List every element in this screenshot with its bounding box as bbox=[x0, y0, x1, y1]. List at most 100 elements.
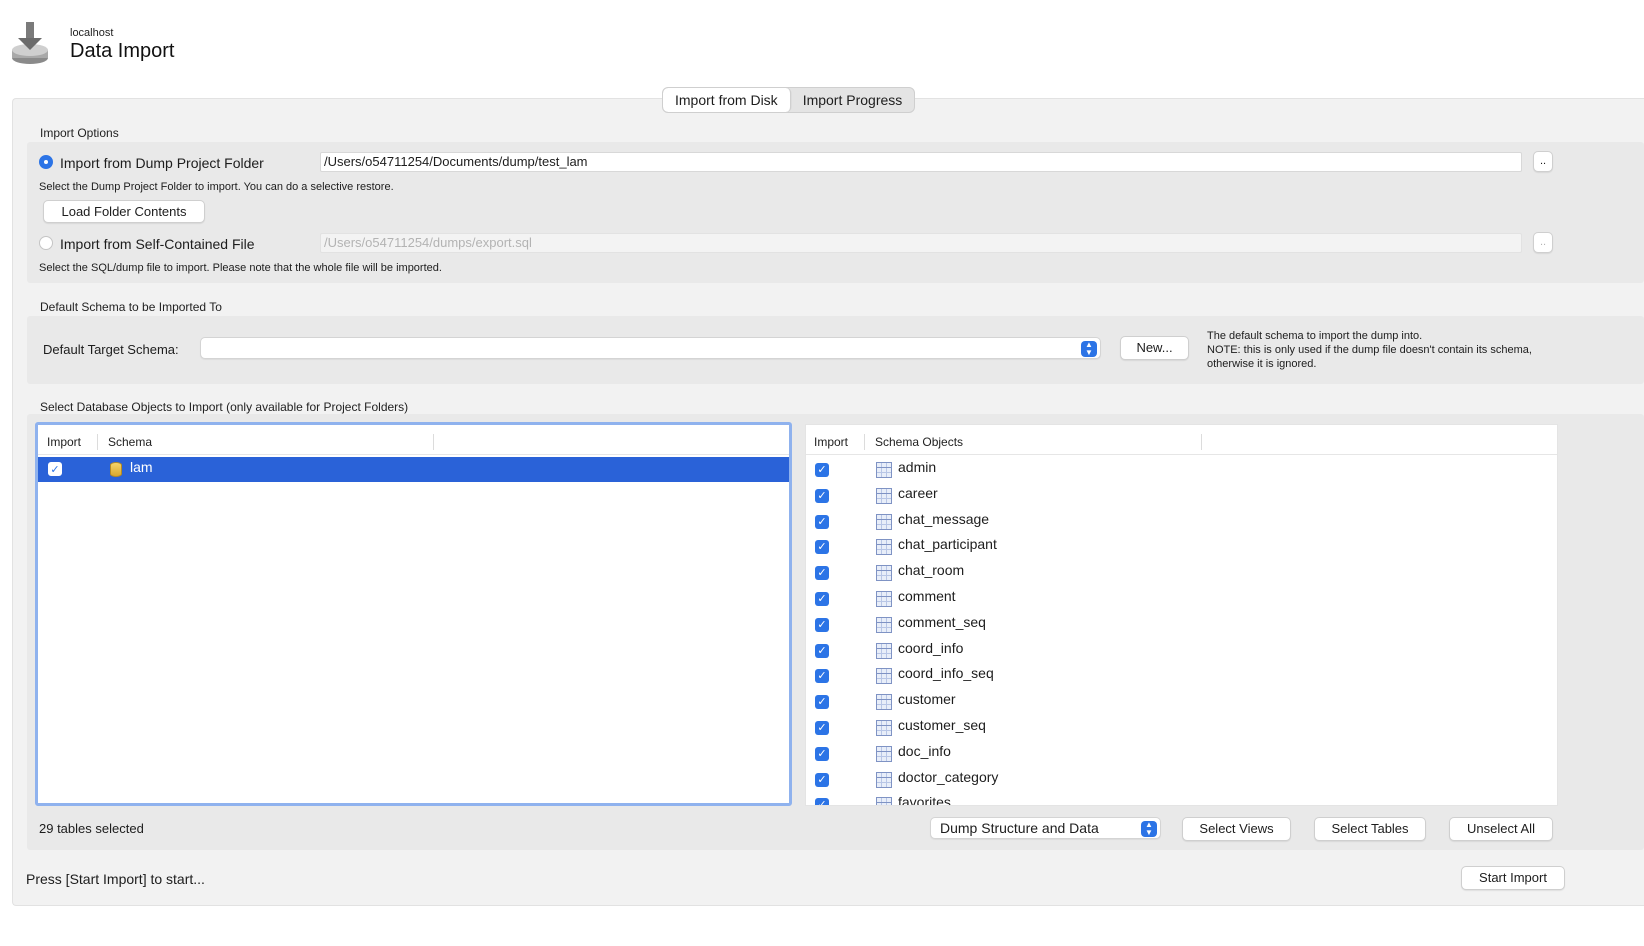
schema-object-name: comment bbox=[898, 588, 956, 604]
default-schema-note-line: The default schema to import the dump in… bbox=[1207, 330, 1423, 342]
schema-object-row[interactable]: ✓ doc_info bbox=[806, 741, 1557, 766]
table-icon bbox=[876, 668, 892, 685]
import-app-icon bbox=[10, 22, 50, 66]
schema-list-import-header[interactable]: Import bbox=[47, 435, 81, 449]
schema-object-checkbox[interactable]: ✓ bbox=[815, 617, 829, 632]
schema-object-row[interactable]: ✓ career bbox=[806, 483, 1557, 508]
dump-folder-browse-button[interactable]: .. bbox=[1533, 151, 1553, 172]
schema-object-checkbox[interactable]: ✓ bbox=[815, 643, 829, 658]
schema-object-checkbox[interactable]: ✓ bbox=[815, 463, 829, 477]
schema-object-checkbox[interactable]: ✓ bbox=[815, 772, 829, 787]
schema-row[interactable]: ✓ lam bbox=[38, 457, 789, 482]
schema-object-name: comment_seq bbox=[898, 613, 986, 630]
dump-mode-select[interactable]: Dump Structure and Data ▲ ▼ bbox=[930, 817, 1161, 839]
schema-object-checkbox[interactable]: ✓ bbox=[815, 514, 829, 529]
table-icon bbox=[876, 565, 892, 582]
schema-object-checkbox[interactable]: ✓ bbox=[815, 669, 829, 684]
schema-list[interactable]: Import Schema ✓ lam bbox=[35, 422, 792, 806]
schema-object-checkbox[interactable]: ✓ bbox=[815, 721, 829, 735]
schema-object-row[interactable]: ✓ coord_info bbox=[806, 638, 1557, 663]
page-title: Data Import bbox=[70, 40, 175, 62]
unselect-all-button[interactable]: Unselect All bbox=[1449, 817, 1553, 841]
header-divider bbox=[806, 454, 1557, 455]
objects-list-objects-header[interactable]: Schema Objects bbox=[875, 435, 963, 449]
table-icon bbox=[876, 591, 892, 607]
self-contained-radio[interactable] bbox=[39, 236, 53, 250]
table-icon bbox=[876, 771, 892, 788]
load-folder-contents-button[interactable]: Load Folder Contents bbox=[43, 200, 205, 223]
schema-row-checkbox[interactable]: ✓ bbox=[48, 462, 62, 476]
schema-object-name: chat_message bbox=[898, 510, 990, 527]
default-schema-note-line: NOTE: this is only used if the dump file… bbox=[1207, 344, 1532, 356]
schema-object-row[interactable]: ✓ chat_message bbox=[806, 509, 1557, 534]
table-icon bbox=[876, 745, 892, 762]
column-divider bbox=[433, 434, 434, 450]
select-tables-button[interactable]: Select Tables bbox=[1314, 817, 1426, 841]
schema-object-checkbox[interactable]: ✓ bbox=[815, 746, 829, 761]
schema-object-name: admin bbox=[898, 459, 937, 475]
schema-object-row[interactable]: ✓ favorites bbox=[806, 792, 1557, 806]
self-contained-browse-button[interactable]: .. bbox=[1533, 232, 1553, 253]
column-divider bbox=[97, 434, 98, 450]
dump-folder-path-field[interactable]: /Users/o54711254/Documents/dump/test_lam bbox=[320, 152, 1522, 172]
objects-list-import-header[interactable]: Import bbox=[814, 435, 848, 449]
schema-object-name: favorites bbox=[898, 794, 951, 806]
default-target-schema-select[interactable]: ▲ ▼ bbox=[200, 337, 1101, 359]
select-views-button[interactable]: Select Views bbox=[1182, 817, 1291, 841]
schema-object-row[interactable]: ✓ chat_participant bbox=[806, 534, 1557, 559]
schema-object-checkbox[interactable]: ✓ bbox=[815, 695, 829, 710]
table-icon bbox=[876, 720, 892, 736]
table-icon bbox=[876, 462, 892, 478]
schema-object-name: customer bbox=[898, 691, 956, 708]
new-schema-button[interactable]: New... bbox=[1120, 336, 1189, 360]
dump-folder-label: Import from Dump Project Folder bbox=[60, 155, 264, 171]
dump-folder-hint: Select the Dump Project Folder to import… bbox=[39, 181, 394, 193]
tab-bar: Import from Disk Import Progress bbox=[662, 87, 916, 113]
objects-heading: Select Database Objects to Import (only … bbox=[40, 400, 409, 414]
schema-object-checkbox[interactable]: ✓ bbox=[815, 540, 829, 555]
schema-object-name: chat_room bbox=[898, 562, 965, 579]
dump-folder-radio[interactable] bbox=[39, 155, 53, 169]
schema-object-name: doctor_category bbox=[898, 768, 999, 785]
chevron-updown-icon: ▲ ▼ bbox=[1141, 821, 1157, 837]
default-schema-note: The default schema to import the dump in… bbox=[1207, 329, 1532, 371]
schema-object-name: coord_info_seq bbox=[898, 665, 994, 682]
tab-import-from-disk[interactable]: Import from Disk bbox=[663, 88, 791, 112]
schema-name: lam bbox=[130, 459, 153, 475]
footer-status: Press [Start Import] to start... bbox=[26, 871, 205, 887]
table-icon bbox=[876, 616, 892, 633]
schema-object-checkbox[interactable]: ✓ bbox=[815, 592, 829, 606]
column-divider bbox=[1201, 434, 1202, 450]
schema-object-row[interactable]: ✓ customer bbox=[806, 689, 1557, 714]
schema-object-name: doc_info bbox=[898, 742, 951, 759]
schema-object-name: coord_info bbox=[898, 639, 964, 656]
schema-object-row[interactable]: ✓ comment_seq bbox=[806, 612, 1557, 637]
schema-object-row[interactable]: ✓ admin bbox=[806, 457, 1557, 482]
table-icon bbox=[876, 642, 892, 659]
default-schema-heading: Default Schema to be Imported To bbox=[40, 300, 222, 314]
schema-object-checkbox[interactable]: ✓ bbox=[815, 488, 829, 503]
schema-object-checkbox[interactable]: ✓ bbox=[815, 798, 829, 805]
header-divider bbox=[38, 454, 789, 455]
import-options-heading: Import Options bbox=[40, 126, 119, 140]
schema-object-row[interactable]: ✓ customer_seq bbox=[806, 715, 1557, 740]
schema-list-schema-header[interactable]: Schema bbox=[108, 435, 152, 449]
host-label: localhost bbox=[70, 27, 114, 39]
schema-object-row[interactable]: ✓ coord_info_seq bbox=[806, 663, 1557, 688]
dump-mode-value: Dump Structure and Data bbox=[940, 820, 1099, 836]
default-schema-note-line: otherwise it is ignored. bbox=[1207, 358, 1317, 370]
self-contained-path-field[interactable]: /Users/o54711254/dumps/export.sql bbox=[320, 233, 1522, 253]
table-icon bbox=[876, 797, 892, 805]
start-import-button[interactable]: Start Import bbox=[1461, 866, 1565, 890]
table-icon bbox=[876, 694, 892, 711]
schema-object-row[interactable]: ✓ doctor_category bbox=[806, 767, 1557, 792]
schema-object-row[interactable]: ✓ chat_room bbox=[806, 560, 1557, 585]
tab-import-progress[interactable]: Import Progress bbox=[791, 88, 915, 112]
schema-object-checkbox[interactable]: ✓ bbox=[815, 566, 829, 581]
self-contained-label: Import from Self-Contained File bbox=[60, 236, 255, 252]
schema-object-name: chat_participant bbox=[898, 536, 997, 553]
schema-objects-list[interactable]: Import Schema Objects ✓ admin ✓ career ✓ chat… bbox=[805, 424, 1558, 806]
schema-object-row[interactable]: ✓ comment bbox=[806, 586, 1557, 611]
tables-selected-count: 29 tables selected bbox=[39, 821, 144, 836]
table-icon bbox=[876, 539, 892, 556]
